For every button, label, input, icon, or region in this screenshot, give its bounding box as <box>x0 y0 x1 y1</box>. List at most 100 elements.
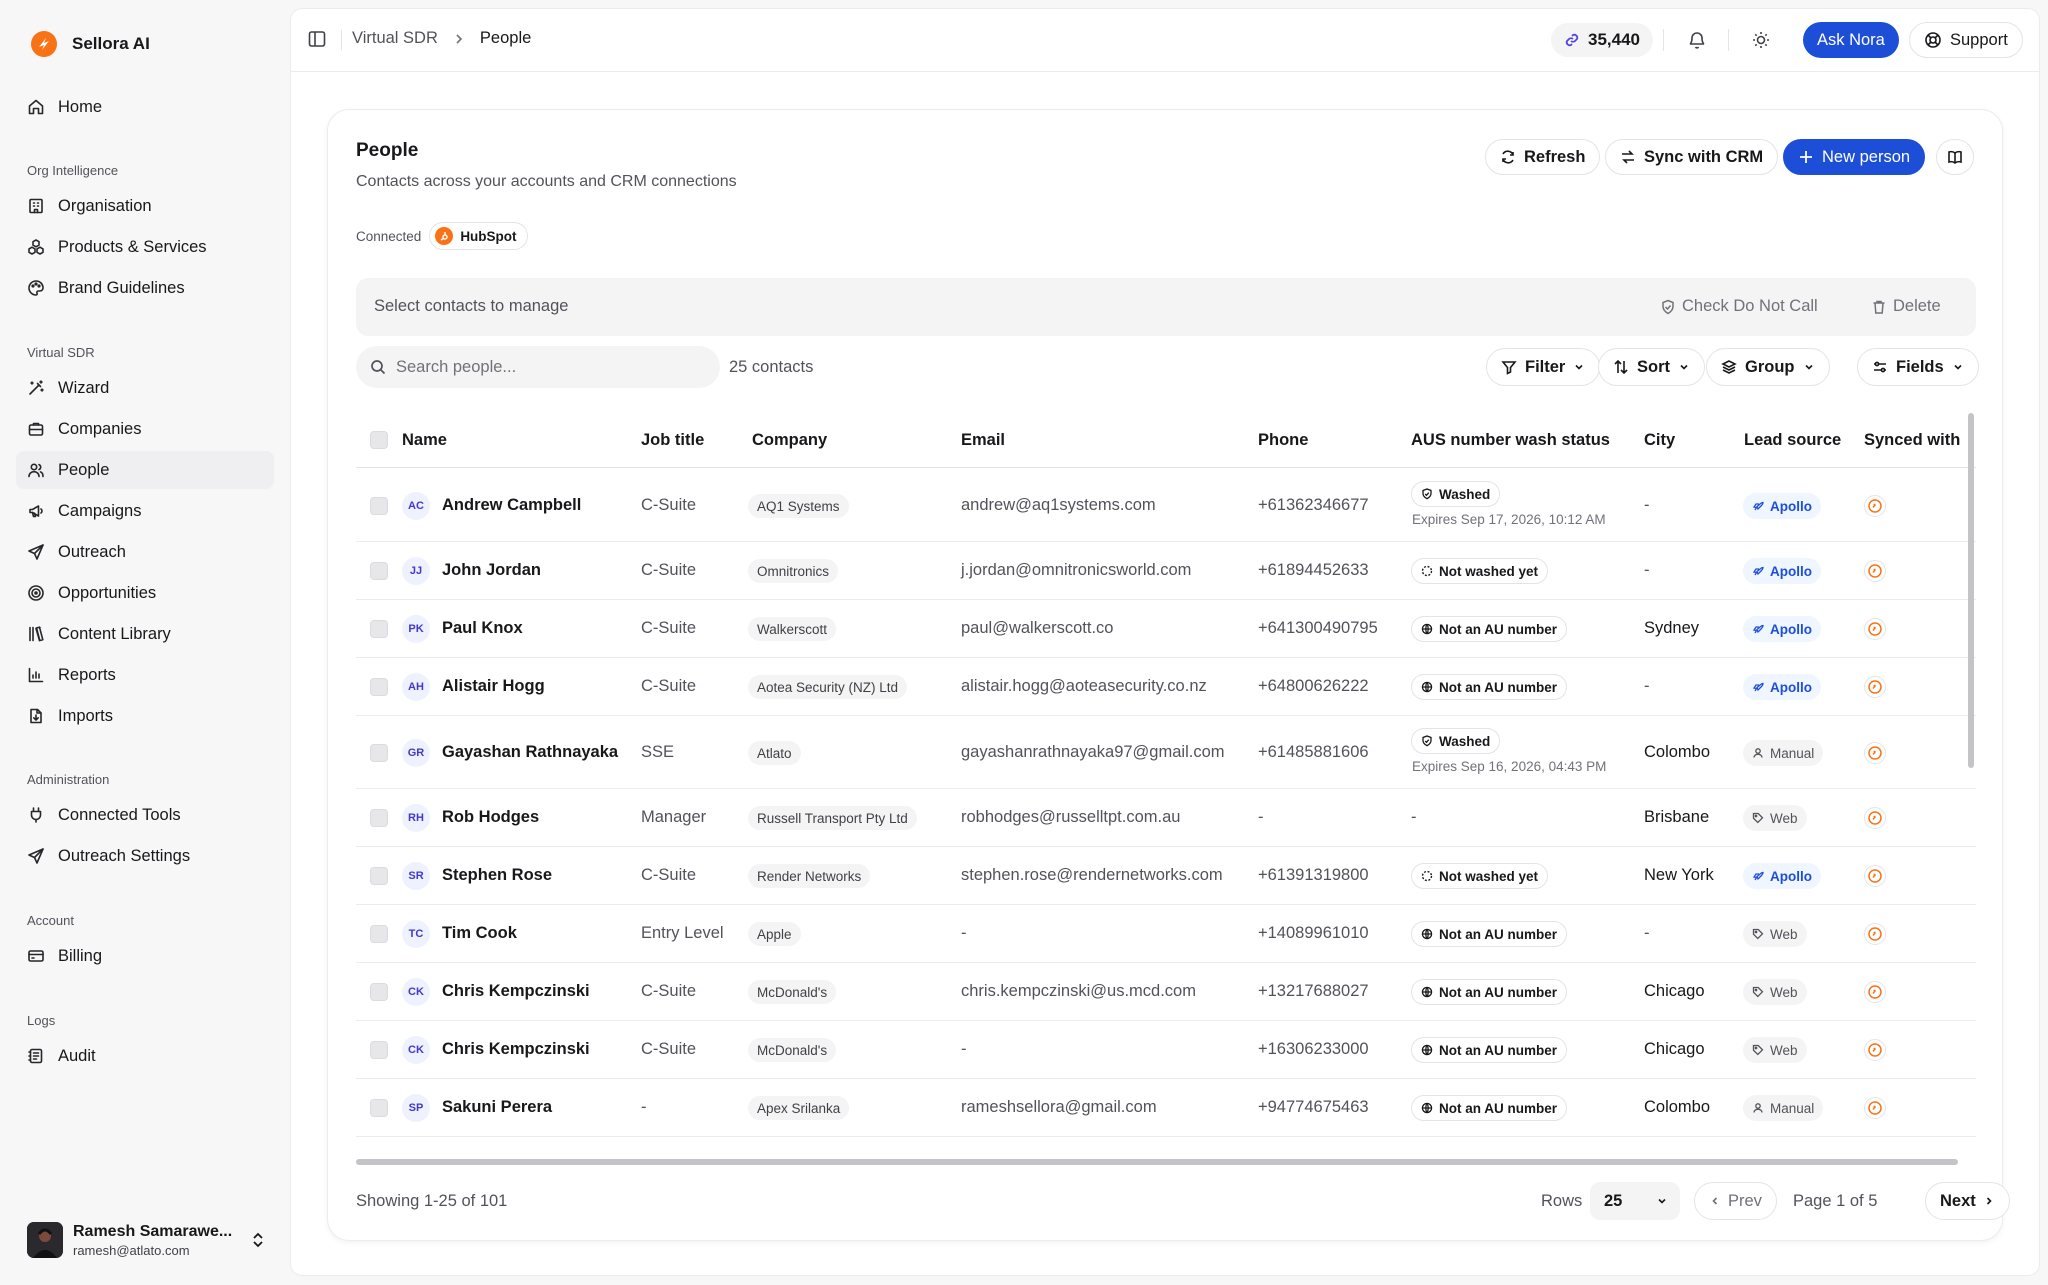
check-dnc-button[interactable]: Check Do Not Call <box>1660 297 1818 316</box>
company-badge[interactable]: Omnitronics <box>748 559 839 583</box>
col-phone[interactable]: Phone <box>1258 431 1308 450</box>
company-badge[interactable]: McDonald's <box>748 1038 837 1062</box>
sidebar-item-opportunities[interactable]: Opportunities <box>16 574 274 612</box>
col-email[interactable]: Email <box>961 431 1005 450</box>
person-name[interactable]: Andrew Campbell <box>442 496 581 515</box>
theme-toggle-button[interactable] <box>1750 29 1772 51</box>
notifications-button[interactable] <box>1686 29 1708 51</box>
prev-page-button[interactable]: Prev <box>1694 1182 1777 1220</box>
table-row[interactable]: GR Gayashan Rathnayaka SSE Atlato gayashanra… <box>356 716 1976 789</box>
sidebar-item-outreach[interactable]: Outreach <box>16 533 274 571</box>
sidebar-item-companies[interactable]: Companies <box>16 410 274 448</box>
row-checkbox[interactable] <box>370 562 388 580</box>
row-checkbox[interactable] <box>370 678 388 696</box>
sidebar-item-billing[interactable]: Billing <box>16 937 274 975</box>
sidebar-item-reports[interactable]: Reports <box>16 656 274 694</box>
sidebar-item-wizard[interactable]: Wizard <box>16 369 274 407</box>
scrollbar-thumb[interactable] <box>356 1159 1958 1165</box>
table-row[interactable]: SP Sakuni Perera - Apex Srilanka rameshsello… <box>356 1079 1976 1137</box>
person-name[interactable]: Chris Kempczinski <box>442 982 590 1001</box>
table-row[interactable]: JJ John Jordan C-Suite Omnitronics j.jordan@… <box>356 542 1976 600</box>
company-badge[interactable]: Render Networks <box>748 864 871 888</box>
table-row[interactable]: TC Tim Cook Entry Level Apple - +14089961010 N… <box>356 905 1976 963</box>
sidebar-item-content-library[interactable]: Content Library <box>16 615 274 653</box>
new-person-button[interactable]: New person <box>1783 139 1926 175</box>
vertical-scrollbar[interactable] <box>1968 413 1974 768</box>
sidebar-item-campaigns[interactable]: Campaigns <box>16 492 274 530</box>
table-row[interactable]: PK Paul Knox C-Suite Walkerscott paul@walker… <box>356 600 1976 658</box>
person-name[interactable]: John Jordan <box>442 561 541 580</box>
company-badge[interactable]: Atlato <box>748 741 801 765</box>
table-row[interactable]: RH Rob Hodges Manager Russell Transport Pty… <box>356 789 1976 847</box>
delete-button[interactable]: Delete <box>1871 297 1941 316</box>
brand[interactable]: Sellora AI <box>30 30 150 58</box>
sidebar-item-organisation[interactable]: Organisation <box>16 187 274 225</box>
col-city[interactable]: City <box>1644 431 1675 450</box>
col-wash-status[interactable]: AUS number wash status <box>1411 431 1610 450</box>
building-icon <box>29 198 43 214</box>
next-page-button[interactable]: Next <box>1925 1182 2010 1220</box>
company-badge[interactable]: Apex Srilanka <box>748 1096 850 1120</box>
row-checkbox[interactable] <box>370 497 388 515</box>
sidebar-item-imports[interactable]: Imports <box>16 697 274 735</box>
company-badge[interactable]: Apple <box>748 922 801 946</box>
credits-badge[interactable]: 35,440 <box>1551 23 1653 57</box>
person-name[interactable]: Rob Hodges <box>442 808 539 827</box>
search-box[interactable] <box>356 346 720 388</box>
breadcrumb-virtual-sdr[interactable]: Virtual SDR <box>352 29 438 48</box>
company-badge[interactable]: Walkerscott <box>748 617 837 641</box>
ask-nora-button[interactable]: Ask Nora <box>1803 22 1899 58</box>
sidebar-item-connected-tools[interactable]: Connected Tools <box>16 796 274 834</box>
row-checkbox[interactable] <box>370 983 388 1001</box>
company-badge[interactable]: Aotea Security (NZ) Ltd <box>748 675 908 699</box>
table-row[interactable]: CK Chris Kempczinski C-Suite McDonald's - +16… <box>356 1021 1976 1079</box>
sidebar-item-products-services[interactable]: Products & Services <box>16 228 274 266</box>
group-button[interactable]: Group <box>1706 348 1830 386</box>
col-lead-source[interactable]: Lead source <box>1744 431 1841 450</box>
refresh-button[interactable]: Refresh <box>1485 139 1601 175</box>
person-name[interactable]: Sakuni Perera <box>442 1098 552 1117</box>
company-badge[interactable]: AQ1 Systems <box>748 494 849 518</box>
person-name[interactable]: Paul Knox <box>442 619 523 638</box>
person-name[interactable]: Tim Cook <box>442 924 517 943</box>
table-row[interactable]: AH Alistair Hogg C-Suite Aotea Security (NZ… <box>356 658 1976 716</box>
sidebar-item-outreach-settings[interactable]: Outreach Settings <box>16 837 274 875</box>
company-badge[interactable]: McDonald's <box>748 980 837 1004</box>
sidebar-item-home[interactable]: Home <box>16 88 274 126</box>
col-name[interactable]: Name <box>402 431 447 450</box>
col-company[interactable]: Company <box>752 431 827 450</box>
sync-crm-button[interactable]: Sync with CRM <box>1605 139 1779 175</box>
hubspot-badge[interactable]: HubSpot <box>429 222 528 250</box>
person-name[interactable]: Chris Kempczinski <box>442 1040 590 1059</box>
row-checkbox[interactable] <box>370 867 388 885</box>
col-job-title[interactable]: Job title <box>641 431 704 450</box>
sidebar-item-brand-guidelines[interactable]: Brand Guidelines <box>16 269 274 307</box>
user-menu[interactable]: Ramesh Samarawe... ramesh@atlato.com <box>27 1222 267 1258</box>
row-checkbox[interactable] <box>370 744 388 762</box>
person-name[interactable]: Alistair Hogg <box>442 677 545 696</box>
rows-per-page-select[interactable]: 25 <box>1590 1182 1680 1220</box>
sidebar-item-audit[interactable]: Audit <box>16 1037 274 1075</box>
fields-button[interactable]: Fields <box>1857 348 1979 386</box>
sort-button[interactable]: Sort <box>1598 348 1705 386</box>
select-all-checkbox[interactable] <box>370 431 388 449</box>
sidebar-toggle-icon[interactable] <box>307 29 327 49</box>
support-button[interactable]: Support <box>1909 22 2023 58</box>
person-name[interactable]: Gayashan Rathnayaka <box>442 743 618 762</box>
sidebar-item-people[interactable]: People <box>16 451 274 489</box>
row-checkbox[interactable] <box>370 1099 388 1117</box>
horizontal-scrollbar[interactable] <box>356 1157 1976 1167</box>
table-row[interactable]: SR Stephen Rose C-Suite Render Networks step… <box>356 847 1976 905</box>
row-checkbox[interactable] <box>370 925 388 943</box>
table-row[interactable]: CK Chris Kempczinski C-Suite McDonald's chri… <box>356 963 1976 1021</box>
row-checkbox[interactable] <box>370 809 388 827</box>
company-badge[interactable]: Russell Transport Pty Ltd <box>748 806 917 830</box>
table-row[interactable]: AC Andrew Campbell C-Suite AQ1 Systems andre… <box>356 469 1976 542</box>
row-checkbox[interactable] <box>370 620 388 638</box>
person-name[interactable]: Stephen Rose <box>442 866 552 885</box>
guide-button[interactable] <box>1936 139 1974 175</box>
row-checkbox[interactable] <box>370 1041 388 1059</box>
filter-button[interactable]: Filter <box>1486 348 1601 386</box>
search-input[interactable] <box>396 357 696 377</box>
col-synced-with[interactable]: Synced with <box>1864 431 1960 450</box>
